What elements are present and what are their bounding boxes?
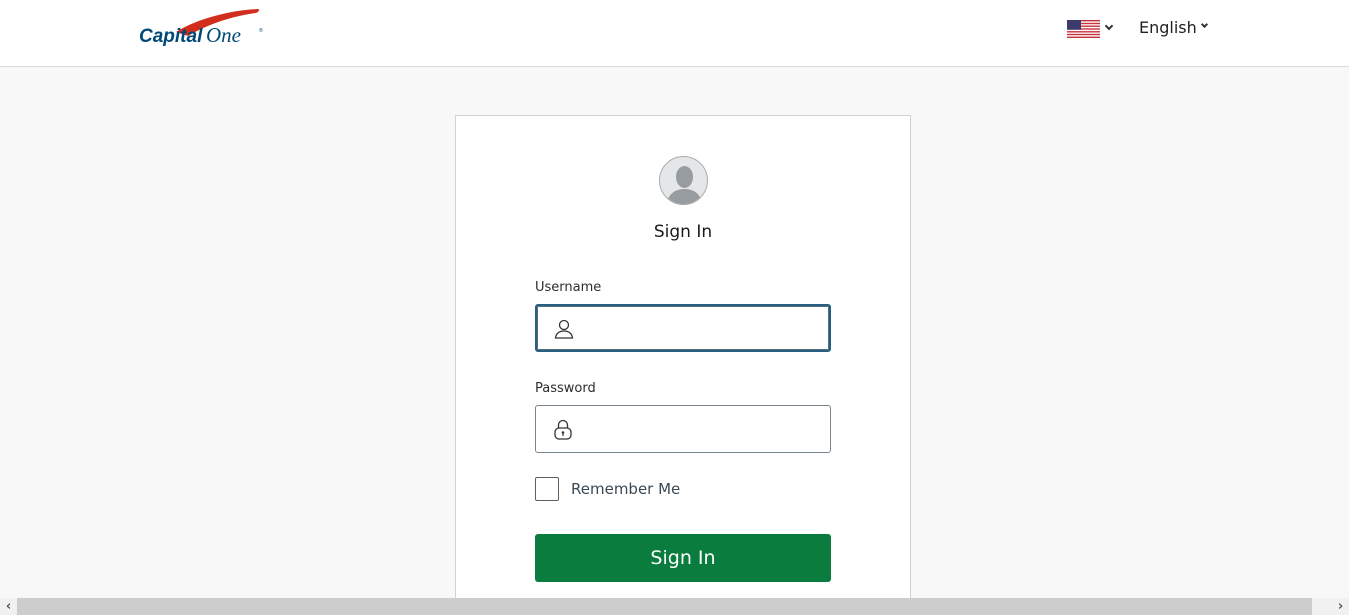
- capital-one-logo-icon: Capital One ®: [139, 9, 263, 47]
- sign-in-button[interactable]: Sign In: [535, 534, 831, 582]
- us-flag-icon: [1067, 20, 1100, 38]
- remember-me-label[interactable]: Remember Me: [571, 480, 680, 498]
- lock-icon: [554, 419, 572, 440]
- top-header: Capital One ® English: [0, 0, 1349, 67]
- sign-in-title: Sign In: [653, 222, 713, 242]
- language-selector[interactable]: English: [1139, 18, 1208, 37]
- username-label: Username: [535, 280, 602, 295]
- svg-text:Capital: Capital: [139, 26, 203, 47]
- remember-me-checkbox-row[interactable]: Remember Me: [535, 477, 680, 501]
- user-avatar-icon: [659, 156, 708, 205]
- scrollbar-thumb[interactable]: [17, 598, 1312, 615]
- user-icon: [554, 319, 574, 339]
- scroll-left-icon[interactable]: ‹: [0, 598, 17, 615]
- svg-text:One: One: [206, 23, 241, 47]
- password-input[interactable]: [536, 406, 830, 452]
- sign-in-card: Sign In Username Password Remember Me Si…: [455, 115, 911, 615]
- horizontal-scrollbar[interactable]: ‹ ›: [0, 598, 1349, 615]
- country-selector[interactable]: [1067, 20, 1114, 38]
- remember-me-checkbox[interactable]: [535, 477, 559, 501]
- username-field-container: [535, 304, 831, 352]
- password-field-container: [535, 405, 831, 453]
- scroll-right-icon[interactable]: ›: [1332, 598, 1349, 615]
- chevron-down-icon: [1104, 21, 1114, 31]
- chevron-down-icon: [1200, 20, 1208, 29]
- capital-one-logo[interactable]: Capital One ®: [138, 6, 270, 54]
- language-label: English: [1139, 18, 1197, 37]
- password-label: Password: [535, 381, 596, 396]
- svg-text:®: ®: [259, 27, 263, 34]
- username-input[interactable]: [537, 306, 829, 350]
